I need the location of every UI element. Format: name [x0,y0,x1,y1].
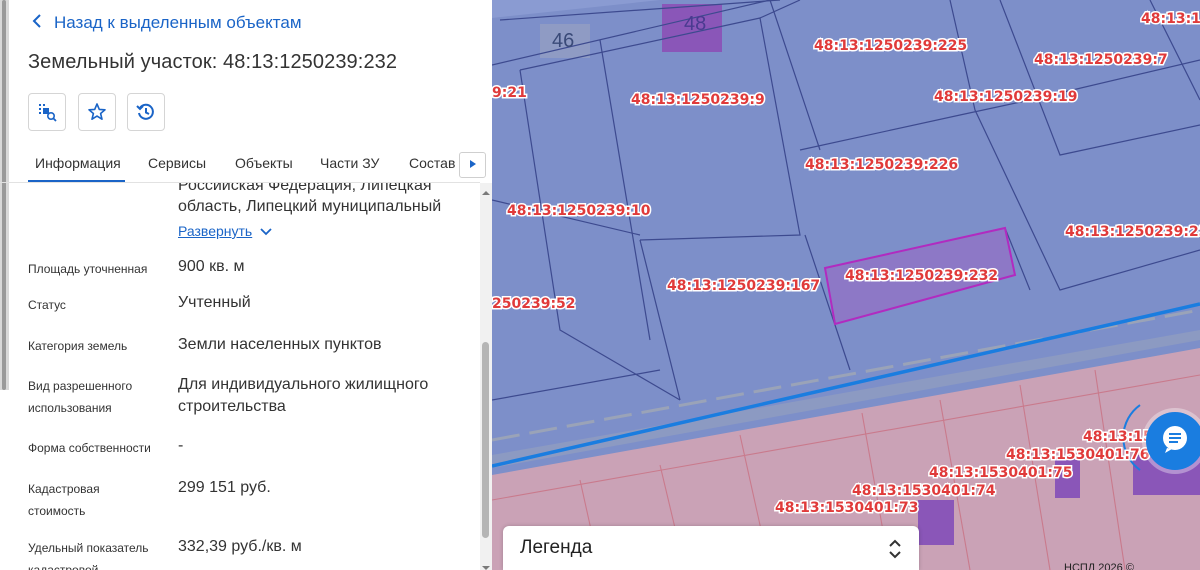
legend-label: Легенда [520,537,593,558]
tab-composition[interactable]: Состав [409,146,455,182]
chevron-left-icon [30,13,54,33]
address-line: Российская Федерация, Липецкая [178,183,432,194]
property-value: Земли населенных пунктов [178,336,382,353]
expand-collapse-icon[interactable] [887,538,903,560]
history-icon [135,101,157,123]
tab-bar: Информация Сервисы Объекты Части ЗУ Сост… [0,146,492,182]
parcel-label[interactable]: 48:13:1250239:9 [630,91,767,110]
parcel-label[interactable]: 48:13:1 [1140,10,1200,29]
property-label: Форма собственности [28,441,151,455]
tab-parts[interactable]: Части ЗУ [320,146,379,182]
parcel-label[interactable]: 48:13:1530401:76 [1005,446,1151,465]
property-label: Категория земель [28,339,128,353]
back-to-selected-link[interactable]: Назад к выделенным объектам [30,12,302,34]
house-number: 46 [552,30,574,52]
property-label: Площадь уточненная [28,262,148,276]
parcel-label[interactable]: 48:13:15 [1082,428,1155,447]
chat-icon [1159,423,1191,460]
map-canvas[interactable]: 46 48 48:13:1250239:225 48:13:1250239:7 … [492,0,1200,570]
property-label: стоимость [28,504,86,518]
tab-services[interactable]: Сервисы [148,146,206,182]
property-value: 332,39 руб./кв. м [178,538,302,555]
property-label: использования [28,401,112,415]
property-label: Удельный показатель [28,541,149,555]
house-number: 48 [684,13,706,35]
map-copyright: НСПД 2026 © [1064,562,1134,570]
scroll-up-icon[interactable] [480,185,492,195]
cadastral-map[interactable]: 46 48 48:13:1250239:225 48:13:1250239:7 … [492,0,1200,570]
favorite-button[interactable] [78,93,116,131]
parcel-label[interactable]: 48:13:1250239:10 [506,202,653,221]
building [918,500,954,545]
parcel-label[interactable]: 9:21 [492,84,528,103]
property-label: Вид разрешенного [28,379,133,393]
history-button[interactable] [127,93,165,131]
address-line: область, Липецкий муниципальный [178,198,442,215]
property-value: - [178,437,184,454]
info-panel: Назад к выделенным объектам Земельный уч… [0,0,492,570]
star-icon [87,102,107,122]
property-value: Учтенный [178,294,251,311]
parcel-label[interactable]: 48:13:1250239:19 [933,88,1079,107]
scrollbar-thumb[interactable] [482,342,489,538]
property-value: 900 кв. м [178,258,245,275]
expand-label: Развернуть [178,223,253,239]
tab-information[interactable]: Информация [28,146,125,182]
parcel-label[interactable]: 48:13:1250239:225 [813,37,969,56]
parcel-label[interactable]: 250239:52 [492,295,577,314]
tab-objects[interactable]: Объекты [235,146,293,182]
property-label: кадастровой [28,563,99,570]
parcel-label[interactable]: 48:13:1530401:74 [851,482,998,501]
info-content: Российская Федерация, Липецкая область, … [0,183,480,570]
parcel-label[interactable]: 48:13:1530401:73 [774,499,920,518]
property-label: Статус [28,298,66,312]
property-value: Для индивидуального жилищного [178,376,429,393]
page-title: Земельный участок: 48:13:1250239:232 [28,51,398,73]
tabs-scroll-right-button[interactable] [459,152,486,178]
select-area-button[interactable] [28,93,66,131]
select-area-icon [36,101,58,123]
triangle-right-icon [469,156,477,174]
parcel-label[interactable]: 48:13:1250239:226 [804,156,960,175]
chevron-down-icon [260,223,272,239]
property-value: 299 151 руб. [178,479,271,496]
parcel-label[interactable]: 48:13:1250239:7 [1033,51,1170,70]
legend-panel[interactable]: Легенда [503,526,919,570]
parcel-label[interactable]: 48:13:1250239:232 [844,267,1000,286]
parcel-label[interactable]: 48:13:1250239:23 [1064,223,1200,242]
expand-address-link[interactable]: Развернуть [178,223,272,239]
parcel-label[interactable]: 48:13:1250239:167 [666,277,822,296]
scroll-down-icon[interactable] [480,560,492,570]
chat-button[interactable] [1146,412,1200,470]
parcel-label[interactable]: 48:13:1530401:75 [928,464,1074,483]
back-link-label: Назад к выделенным объектам [54,13,302,32]
property-value: строительства [178,398,286,415]
property-label: Кадастровая [28,482,100,496]
